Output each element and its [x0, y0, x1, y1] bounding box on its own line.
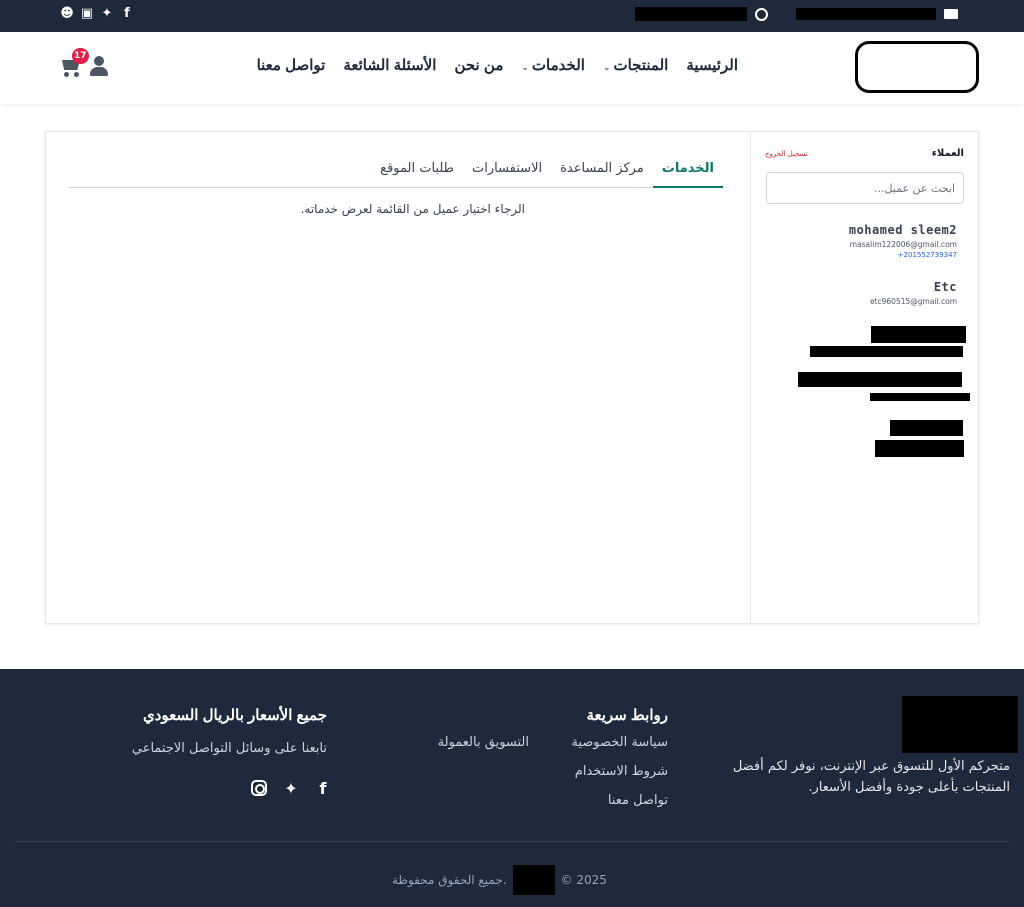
redacted-client [890, 420, 963, 436]
user-icon[interactable] [90, 56, 108, 78]
nav-item-services[interactable]: الخدمات⌄ [521, 56, 585, 74]
nav-item-contact[interactable]: تواصل معنا [257, 56, 326, 74]
chevron-down-icon: ⌄ [521, 62, 529, 72]
twitter-icon[interactable]: ✦ [282, 780, 300, 798]
top-contact [635, 7, 958, 21]
prices-title: جميع الأسعار بالريال السعودي [142, 707, 327, 724]
top-bar: ☻ ▣ ✦ f [0, 0, 1024, 32]
nav-item-home[interactable]: الرئيسية [686, 56, 738, 74]
nav-item-about[interactable]: من نحن [454, 56, 503, 74]
nav-item-label: من نحن [454, 57, 504, 74]
footer-link-terms[interactable]: شروط الاستخدام [575, 764, 668, 779]
client-phone: +201552739347 [897, 251, 957, 259]
redacted-brand [512, 865, 555, 895]
facebook-icon[interactable]: f [120, 7, 134, 21]
content-area: الخدمات مركز المساعدة الاستفسارات طلبات … [46, 132, 751, 623]
nav-item-label: تواصل معنا [256, 57, 326, 74]
site-logo[interactable] [855, 41, 979, 93]
redacted-client [798, 372, 962, 387]
clients-sidebar: العملاء تسجيل الخروج mohamed sleem2 masa… [750, 132, 978, 623]
dashboard-card: العملاء تسجيل الخروج mohamed sleem2 masa… [45, 131, 979, 624]
top-social-links: ☻ ▣ ✦ f [60, 7, 134, 21]
copyright: جميع الحقوق محفوظة. © 2025 [392, 865, 607, 895]
redacted-client [875, 440, 964, 457]
mail-icon[interactable] [944, 9, 958, 19]
empty-state-message: الرجاء اختيار عميل من القائمة لعرض خدمات… [300, 202, 525, 216]
client-search-input[interactable] [766, 172, 964, 204]
footer-link-contact[interactable]: تواصل معنا [608, 793, 668, 808]
footer-link-privacy[interactable]: سياسة الخصوصية [571, 735, 668, 750]
client-email: masalim122006@gmail.com [849, 240, 957, 249]
clients-title: العملاء [931, 148, 964, 159]
logout-link[interactable]: تسجيل الخروج [765, 150, 808, 158]
redacted-client [871, 326, 966, 343]
nav-item-label: المنتجات [613, 57, 669, 74]
quick-links-title: روابط سريعة [586, 707, 668, 724]
footer-link-affiliate[interactable]: التسويق بالعمولة [438, 735, 529, 750]
nav-menu: الرئيسية المنتجات⌄ الخدمات⌄ من نحن الأسئ… [257, 56, 738, 74]
redacted-phone [635, 7, 747, 21]
facebook-icon[interactable]: f [314, 780, 332, 798]
tab-services[interactable]: الخدمات [652, 158, 723, 188]
client-email: etc960515@gmail.com [869, 297, 957, 306]
twitter-icon[interactable]: ✦ [100, 7, 114, 21]
redacted-client [870, 393, 970, 401]
footer-about: متجركم الأول للتسوق عبر الإنترنت، نوفر ل… [732, 759, 1010, 795]
client-name: Etc [933, 280, 957, 294]
nav-item-label: الخدمات [531, 57, 585, 74]
nav-item-products[interactable]: المنتجات⌄ [603, 56, 668, 74]
snapchat-icon[interactable]: ☻ [60, 7, 74, 21]
client-item[interactable]: Etc etc960515@gmail.com [870, 280, 957, 306]
instagram-icon[interactable] [250, 780, 268, 798]
redacted-client [810, 346, 963, 357]
nav-item-label: الرئيسية [686, 57, 738, 74]
footer-divider [14, 841, 1010, 842]
redacted-email [796, 8, 936, 20]
footer-logo [902, 696, 1018, 753]
copyright-year: © 2025 [560, 873, 607, 887]
nav-item-faq[interactable]: الأسئلة الشائعة [343, 56, 436, 74]
copyright-text: جميع الحقوق محفوظة. [392, 873, 507, 887]
tab-help-center[interactable]: مركز المساعدة [551, 158, 653, 188]
follow-text: تابعنا على وسائل التواصل الاجتماعي [131, 741, 327, 756]
whatsapp-icon[interactable] [755, 7, 768, 21]
site-footer: متجركم الأول للتسوق عبر الإنترنت، نوفر ل… [0, 669, 1024, 907]
nav-item-label: الأسئلة الشائعة [343, 57, 437, 74]
main-navbar: الرئيسية المنتجات⌄ الخدمات⌄ من نحن الأسئ… [0, 32, 1024, 104]
footer-social-links: ✦ f [250, 780, 332, 798]
chevron-down-icon: ⌄ [602, 62, 611, 72]
tabs-bar: الخدمات مركز المساعدة الاستفسارات طلبات … [68, 158, 723, 188]
cart-count-badge: 17 [72, 48, 89, 64]
instagram-icon[interactable]: ▣ [80, 7, 94, 21]
tab-site-requests[interactable]: طلبات الموقع [371, 158, 463, 188]
tab-inquiries[interactable]: الاستفسارات [463, 158, 551, 188]
client-name: mohamed sleem2 [848, 223, 957, 237]
client-item[interactable]: mohamed sleem2 masalim122006@gmail.com +… [849, 223, 957, 259]
